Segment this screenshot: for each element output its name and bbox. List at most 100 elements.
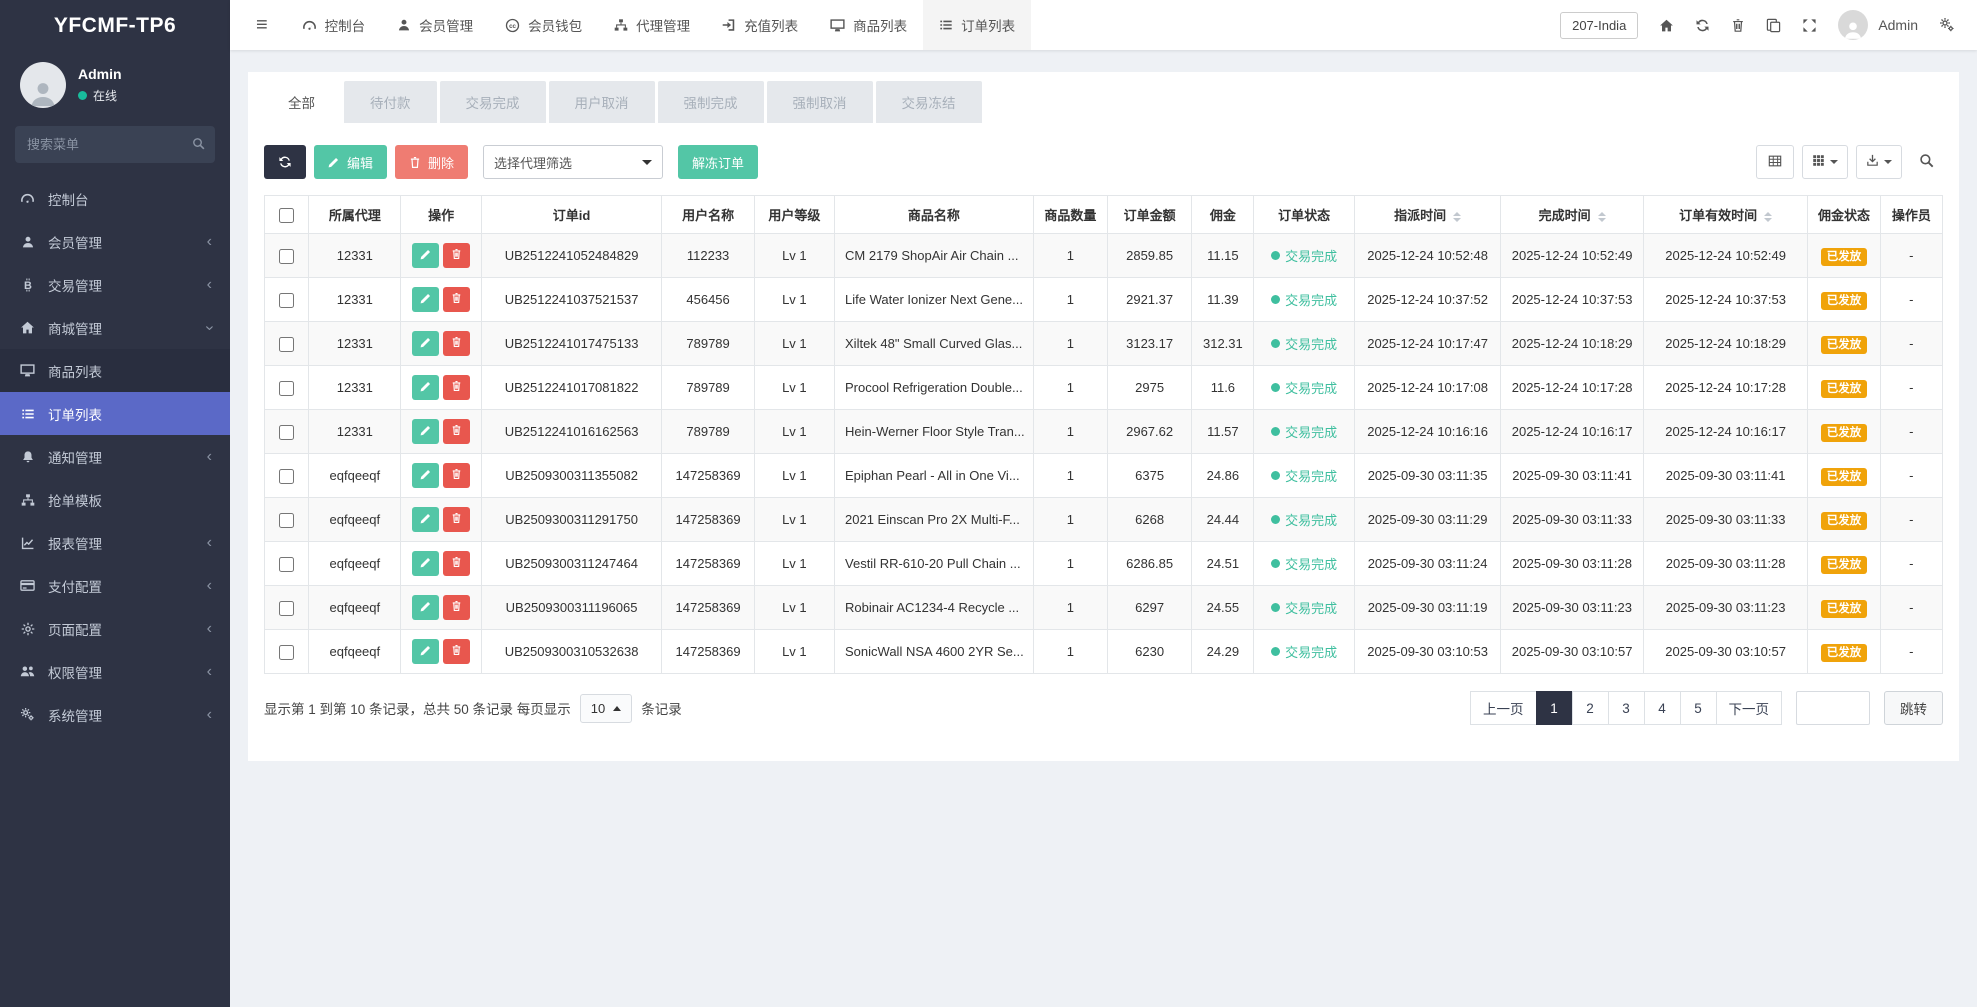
tab-frozen[interactable]: 交易冻结 — [876, 81, 982, 123]
sidebar-search-input[interactable] — [15, 126, 215, 163]
copy-pages-icon[interactable] — [1766, 18, 1781, 33]
row-delete-button[interactable] — [443, 507, 470, 532]
page-jump-button[interactable]: 跳转 — [1884, 691, 1943, 725]
row-delete-button[interactable] — [443, 551, 470, 576]
site-selector[interactable]: 207-India — [1560, 12, 1638, 39]
pagination-page-1[interactable]: 1 — [1536, 691, 1573, 725]
navbar-item-product-list[interactable]: 商品列表 — [814, 0, 923, 50]
row-delete-button[interactable] — [443, 595, 470, 620]
navbar-item-member-wallet[interactable]: cc会员钱包 — [489, 0, 598, 50]
select-all-checkbox[interactable] — [279, 208, 294, 223]
status-label: 交易完成 — [1285, 598, 1337, 617]
pagination-page-4[interactable]: 4 — [1644, 691, 1681, 725]
unfreeze-order-button[interactable]: 解冻订单 — [678, 145, 758, 179]
navbar-item-agents[interactable]: 代理管理 — [598, 0, 706, 50]
row-delete-button[interactable] — [443, 243, 470, 268]
navbar-item-order-list[interactable]: 订单列表 — [923, 0, 1031, 50]
row-checkbox[interactable] — [279, 337, 294, 352]
pagination-page-2[interactable]: 2 — [1572, 691, 1609, 725]
export-dropdown-button[interactable] — [1856, 145, 1902, 179]
chevron-left-icon: ‹ — [207, 277, 212, 293]
pagination-prev[interactable]: 上一页 — [1470, 691, 1537, 725]
status-label: 交易完成 — [1285, 510, 1337, 529]
row-edit-button[interactable] — [412, 331, 439, 356]
navbar-item-recharge-list[interactable]: 充值列表 — [706, 0, 814, 50]
settings-cogs-icon[interactable] — [1939, 17, 1955, 33]
fullscreen-icon[interactable] — [1802, 18, 1817, 33]
sidebar-item-transactions[interactable]: B交易管理‹ — [0, 263, 230, 306]
sidebar-item-permissions[interactable]: 权限管理‹ — [0, 650, 230, 693]
pagination-page-5[interactable]: 5 — [1680, 691, 1717, 725]
row-delete-button[interactable] — [443, 463, 470, 488]
row-checkbox[interactable] — [279, 513, 294, 528]
agent-filter-select[interactable]: 选择代理筛选 — [483, 145, 663, 179]
row-edit-button[interactable] — [412, 243, 439, 268]
navbar-item-members[interactable]: 会员管理 — [381, 0, 489, 50]
sidebar-item-members[interactable]: 会员管理‹ — [0, 220, 230, 263]
chevron-left-icon: ‹ — [207, 535, 212, 551]
page-jump-input[interactable] — [1796, 691, 1870, 725]
delete-button[interactable]: 删除 — [395, 145, 468, 179]
sidebar-item-page-config[interactable]: 页面配置‹ — [0, 607, 230, 650]
row-edit-button[interactable] — [412, 639, 439, 664]
row-delete-button[interactable] — [443, 375, 470, 400]
pagination-page-3[interactable]: 3 — [1608, 691, 1645, 725]
edit-button[interactable]: 编辑 — [314, 145, 387, 179]
hamburger-menu-icon[interactable]: ≡ — [244, 14, 280, 37]
row-edit-button[interactable] — [412, 287, 439, 312]
row-edit-button[interactable] — [412, 595, 439, 620]
search-toggle-button[interactable] — [1910, 145, 1943, 179]
row-checkbox[interactable] — [279, 293, 294, 308]
row-checkbox[interactable] — [279, 645, 294, 660]
row-edit-button[interactable] — [412, 375, 439, 400]
row-checkbox[interactable] — [279, 601, 294, 616]
trash-icon[interactable] — [1731, 18, 1745, 33]
navbar-item-label: 会员管理 — [419, 15, 473, 35]
row-checkbox[interactable] — [279, 249, 294, 264]
row-checkbox[interactable] — [279, 381, 294, 396]
sidebar-item-notifications[interactable]: 通知管理‹ — [0, 435, 230, 478]
sidebar-item-order-template[interactable]: 抢单模板 — [0, 478, 230, 521]
navbar-item-dashboard[interactable]: 控制台 — [286, 0, 382, 50]
status-label: 交易完成 — [1285, 290, 1337, 309]
tab-completed[interactable]: 交易完成 — [440, 81, 546, 123]
sidebar-item-payment-config[interactable]: 支付配置‹ — [0, 564, 230, 607]
cell-operations — [401, 542, 481, 586]
row-edit-button[interactable] — [412, 463, 439, 488]
column-header-订单有效时间[interactable]: 订单有效时间 — [1643, 196, 1808, 234]
cell-product-name: Vestil RR-610-20 Pull Chain ... — [835, 542, 1034, 586]
column-header-完成时间[interactable]: 完成时间 — [1501, 196, 1644, 234]
sidebar-item-dashboard[interactable]: 控制台 — [0, 177, 230, 220]
sidebar-item-label: 交易管理 — [48, 275, 102, 295]
row-edit-button[interactable] — [412, 551, 439, 576]
tab-user-cancelled[interactable]: 用户取消 — [549, 81, 655, 123]
cell-finish-time: 2025-09-30 03:11:28 — [1501, 542, 1644, 586]
toggle-pagination-button[interactable] — [1756, 145, 1794, 179]
pagination-next[interactable]: 下一页 — [1716, 691, 1783, 725]
sidebar-item-product-list[interactable]: 商品列表 — [0, 349, 230, 392]
page-size-select[interactable]: 10 — [580, 694, 632, 723]
row-delete-button[interactable] — [443, 331, 470, 356]
row-edit-button[interactable] — [412, 507, 439, 532]
tab-force-cancelled[interactable]: 强制取消 — [767, 81, 873, 123]
refresh-button[interactable] — [264, 145, 306, 179]
user-menu[interactable]: Admin — [1838, 10, 1918, 40]
row-checkbox[interactable] — [279, 425, 294, 440]
sidebar-item-reports[interactable]: 报表管理‹ — [0, 521, 230, 564]
row-delete-button[interactable] — [443, 639, 470, 664]
row-delete-button[interactable] — [443, 419, 470, 444]
columns-dropdown-button[interactable] — [1802, 145, 1848, 179]
tab-pending-payment[interactable]: 待付款 — [344, 81, 437, 123]
sidebar-item-system[interactable]: 系统管理‹ — [0, 693, 230, 736]
refresh-icon[interactable] — [1695, 18, 1710, 33]
tab-all[interactable]: 全部 — [262, 81, 341, 123]
row-delete-button[interactable] — [443, 287, 470, 312]
tab-force-completed[interactable]: 强制完成 — [658, 81, 764, 123]
sidebar-item-order-list[interactable]: 订单列表 — [0, 392, 230, 435]
row-edit-button[interactable] — [412, 419, 439, 444]
row-checkbox[interactable] — [279, 469, 294, 484]
column-header-指派时间[interactable]: 指派时间 — [1354, 196, 1501, 234]
home-icon[interactable] — [1659, 18, 1674, 33]
sidebar-item-mall[interactable]: 商城管理‹ — [0, 306, 230, 349]
row-checkbox[interactable] — [279, 557, 294, 572]
